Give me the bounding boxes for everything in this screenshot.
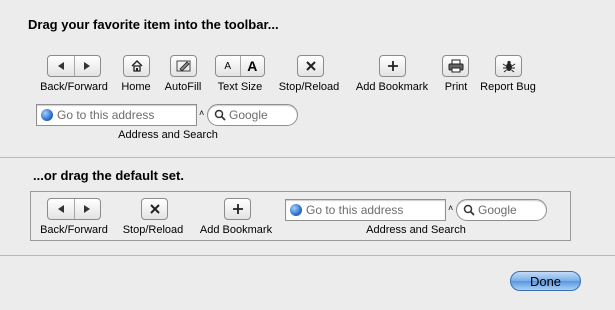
- autofill-pencil-icon: [176, 60, 190, 72]
- forward-icon: [73, 56, 101, 76]
- default-search-placeholder: Google: [478, 203, 517, 217]
- default-add-bookmark-button[interactable]: [224, 198, 251, 220]
- stop-reload-button[interactable]: [297, 55, 324, 77]
- autofill-button[interactable]: [170, 55, 197, 77]
- plus-icon: [387, 61, 398, 71]
- customize-heading: Drag your favorite item into the toolbar…: [28, 17, 279, 32]
- separator: [0, 157, 615, 158]
- default-address-field[interactable]: Go to this address: [285, 199, 446, 221]
- globe-icon: [290, 204, 302, 216]
- printer-icon: [448, 59, 463, 73]
- default-back-forward-label: Back/Forward: [40, 224, 108, 236]
- report-bug-label: Report Bug: [480, 81, 536, 93]
- resize-handle-icon[interactable]: ˄: [448, 203, 453, 213]
- print-label: Print: [444, 81, 468, 93]
- search-field[interactable]: Google: [207, 104, 298, 126]
- back-icon: [48, 56, 74, 76]
- default-address-placeholder: Go to this address: [306, 203, 404, 217]
- text-size-label: Text Size: [217, 81, 263, 93]
- back-forward-button[interactable]: [47, 55, 101, 77]
- address-field[interactable]: Go to this address: [36, 104, 197, 126]
- forward-icon: [73, 199, 101, 219]
- address-placeholder: Go to this address: [57, 108, 155, 122]
- default-add-bookmark-label: Add Bookmark: [199, 224, 273, 236]
- default-set-heading: ...or drag the default set.: [33, 168, 184, 183]
- stop-reload-label: Stop/Reload: [278, 81, 340, 93]
- done-button[interactable]: Done: [510, 271, 581, 291]
- report-bug-button[interactable]: [495, 55, 522, 77]
- plus-icon: [232, 204, 243, 214]
- text-bigger-icon: A: [239, 56, 265, 76]
- back-icon: [48, 199, 74, 219]
- search-icon: [214, 109, 226, 121]
- default-stop-reload-label: Stop/Reload: [122, 224, 184, 236]
- default-back-forward-button[interactable]: [47, 198, 101, 220]
- home-button[interactable]: [123, 55, 150, 77]
- stop-x-icon: [305, 61, 316, 71]
- back-forward-label: Back/Forward: [40, 81, 108, 93]
- default-search-field[interactable]: Google: [456, 199, 547, 221]
- autofill-label: AutoFill: [164, 81, 202, 93]
- bug-icon: [502, 60, 515, 73]
- text-smaller-icon: A: [224, 60, 232, 72]
- print-button[interactable]: [442, 55, 469, 77]
- default-address-search-label: Address and Search: [366, 224, 466, 236]
- search-icon: [463, 204, 475, 216]
- add-bookmark-button[interactable]: [379, 55, 406, 77]
- home-icon: [131, 60, 142, 72]
- address-search-label: Address and Search: [118, 129, 218, 141]
- globe-icon: [41, 109, 53, 121]
- home-label: Home: [121, 81, 151, 93]
- resize-handle-icon[interactable]: ˄: [199, 108, 204, 118]
- search-placeholder: Google: [229, 108, 268, 122]
- stop-x-icon: [149, 204, 160, 214]
- default-stop-reload-button[interactable]: [141, 198, 168, 220]
- text-size-button[interactable]: A A: [215, 55, 265, 77]
- add-bookmark-label: Add Bookmark: [355, 81, 429, 93]
- separator: [0, 255, 615, 256]
